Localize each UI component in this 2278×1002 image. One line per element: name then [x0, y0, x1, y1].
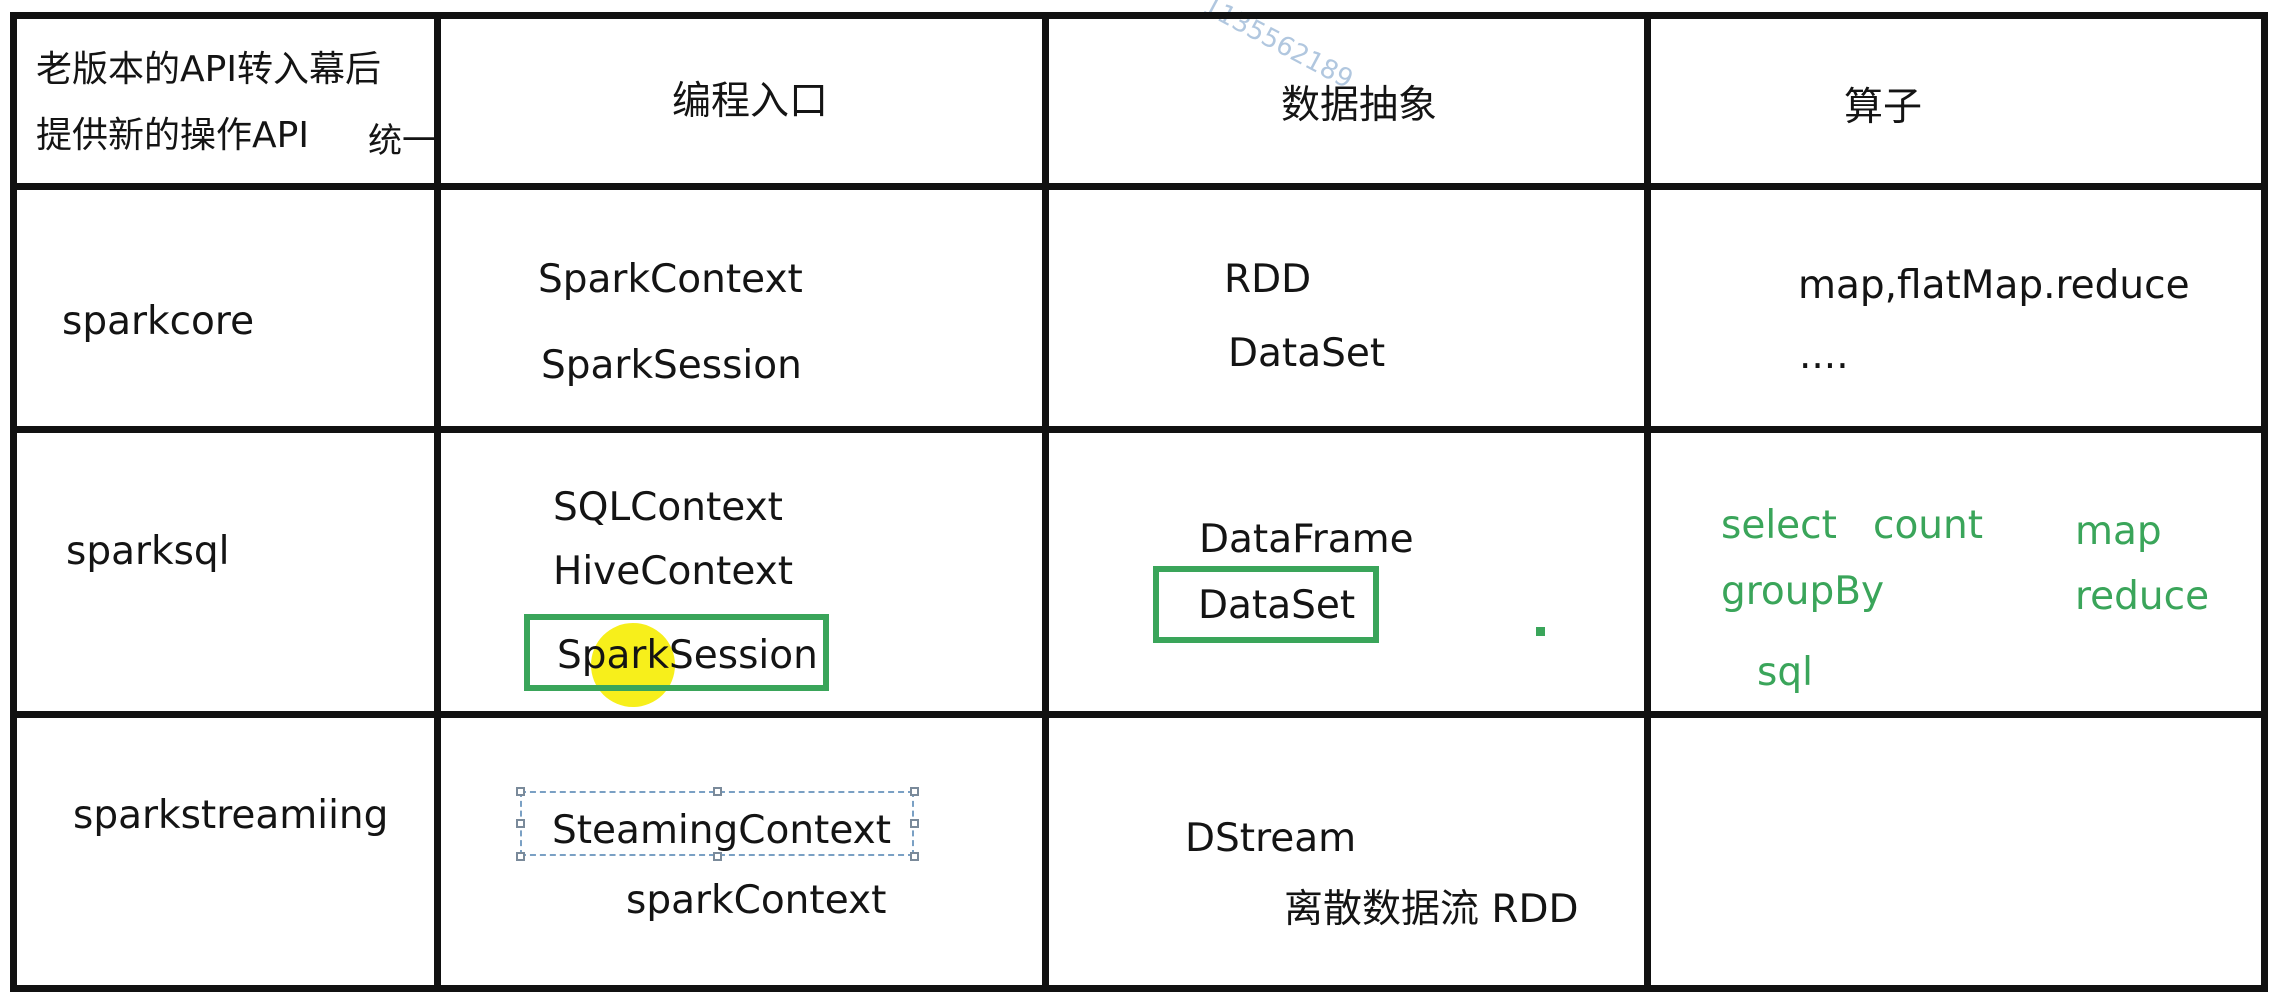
resize-handle[interactable]: [516, 819, 525, 828]
sql-op-reduce: reduce: [2075, 574, 2210, 619]
sql-entry-hivecontext: HiveContext: [553, 549, 794, 594]
stream-abs-dstream: DStream: [1185, 816, 1357, 861]
sql-op-select: select: [1721, 503, 1837, 548]
sql-abs-dataset: DataSet: [1198, 583, 1356, 628]
row-name-sparksql: sparksql: [66, 529, 230, 574]
sql-entry-sparksession: SparkSession: [557, 633, 818, 678]
header-corner-line2: 提供新的操作API: [36, 115, 309, 156]
header-corner-unify: 统一: [368, 121, 436, 161]
core-abs-rdd: RDD: [1224, 257, 1312, 302]
core-entry-sparksession: SparkSession: [541, 343, 802, 388]
resize-handle[interactable]: [516, 852, 525, 861]
resize-handle[interactable]: [910, 819, 919, 828]
row-divider: [10, 711, 2268, 718]
column-divider: [1644, 12, 1651, 992]
sql-op-map: map: [2075, 509, 2162, 554]
table-border-bottom: [10, 985, 2268, 992]
table-border-right: [2261, 12, 2268, 992]
resize-handle[interactable]: [713, 787, 722, 796]
column-divider: [1042, 12, 1049, 992]
stream-entry-steamingcontext[interactable]: SteamingContext: [552, 811, 891, 850]
header-operator: 算子: [1844, 85, 1923, 130]
row-name-sparkcore: sparkcore: [62, 299, 255, 344]
resize-handle[interactable]: [910, 787, 919, 796]
row-name-sparkstreaming: sparkstreamiing: [73, 793, 389, 838]
table-border-top: [10, 12, 2268, 19]
sql-abs-dataframe: DataFrame: [1199, 517, 1414, 562]
sql-op-sql: sql: [1757, 650, 1813, 695]
header-abstraction: 数据抽象: [1281, 83, 1438, 128]
core-op-ellipsis: ....: [1799, 333, 1849, 378]
sql-op-groupby: groupBy: [1721, 569, 1885, 614]
sql-op-count: count: [1873, 503, 1984, 548]
header-entry: 编程入口: [672, 79, 829, 124]
resize-handle[interactable]: [516, 787, 525, 796]
core-entry-sparkcontext: SparkContext: [538, 257, 803, 302]
stream-entry-sparkcontext: sparkContext: [626, 878, 887, 923]
row-divider: [10, 426, 2268, 433]
row-divider: [10, 183, 2268, 190]
table-border-left: [10, 12, 17, 992]
green-dot: [1536, 627, 1545, 636]
core-op-list: map,flatMap.reduce: [1798, 263, 2190, 308]
core-abs-dataset: DataSet: [1228, 331, 1386, 376]
sql-entry-sqlcontext: SQLContext: [553, 485, 783, 530]
resize-handle[interactable]: [910, 852, 919, 861]
header-corner-line1: 老版本的API转入幕后: [36, 49, 381, 90]
resize-handle[interactable]: [713, 852, 722, 861]
stream-abs-rdd: 离散数据流 RDD: [1284, 887, 1579, 932]
